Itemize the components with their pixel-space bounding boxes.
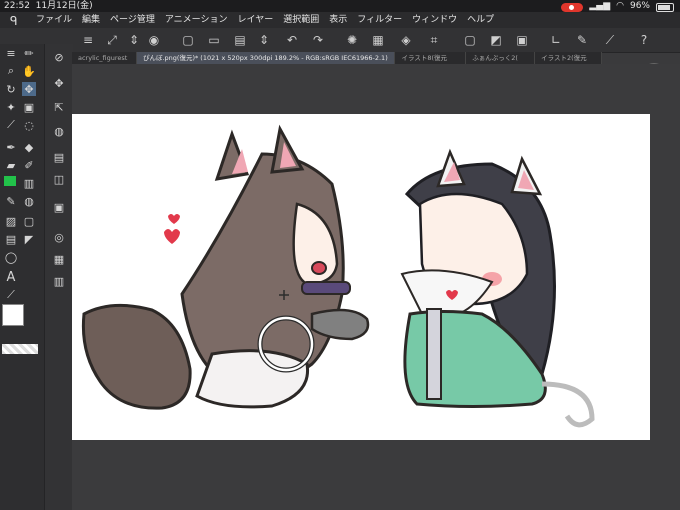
sub-tool-panel: ⊘ ✥ ⇱ ◍ ▤ ◫ ▣ ◎ ▦ ▥ <box>44 44 73 510</box>
brush-tool-icon[interactable]: ✎ <box>4 194 18 208</box>
blend-icon[interactable]: ◍ <box>22 194 36 208</box>
menu-layer[interactable]: レイヤー <box>238 12 274 28</box>
signal-icon: ▂▄▆ <box>589 1 611 11</box>
transform-icon[interactable]: ⤢ <box>104 32 120 48</box>
menu-file[interactable]: ファイル <box>36 12 72 28</box>
character-left <box>81 124 370 410</box>
menu-bar: ᑫ ファイル 編集 ページ管理 アニメーション レイヤー 選択範囲 表示 フィル… <box>0 12 680 28</box>
eraser-icon[interactable]: ▰ <box>4 158 18 172</box>
illustration <box>81 124 595 428</box>
document-tabs: acrylic_figurest ぴんぼ.png(復元)* (1021 x 52… <box>72 52 602 64</box>
crop-icon[interactable]: ⌗ <box>426 32 442 48</box>
rotate-icon[interactable]: ↻ <box>4 82 18 96</box>
save-icon[interactable]: ▤ <box>232 32 248 48</box>
status-time: 22:52 <box>4 1 30 11</box>
hearts <box>164 214 180 244</box>
bucket-icon[interactable]: ◆ <box>22 140 36 154</box>
pen-icon-2[interactable]: ✒ <box>4 140 18 154</box>
undo-icon[interactable]: ↶ <box>284 32 300 48</box>
status-bar: 22:52 11月12日(金) ▂▄▆ ◠ 96% <box>0 0 680 12</box>
canvas-artwork[interactable] <box>72 114 650 440</box>
main-color-swatch[interactable] <box>2 304 24 326</box>
object-icon[interactable]: ⇱ <box>52 100 66 114</box>
layer-move-icon[interactable]: ✥ <box>52 76 66 90</box>
select-icon[interactable]: ▣ <box>22 100 36 114</box>
marker-icon[interactable]: ✐ <box>22 158 36 172</box>
zoom-icon[interactable]: ⌕ <box>4 64 18 78</box>
invert-selection-icon[interactable]: ▣ <box>514 32 530 48</box>
triangle-icon[interactable]: ◤ <box>22 232 36 246</box>
pen-tool-icon[interactable]: ✏ <box>22 46 36 60</box>
character-right <box>400 148 595 428</box>
open-folder-icon[interactable]: ▭ <box>206 32 222 48</box>
tab-acrylic[interactable]: acrylic_figurest <box>72 52 137 64</box>
menu-edit[interactable]: 編集 <box>82 12 100 28</box>
status-date: 11月12日(金) <box>35 1 93 11</box>
figure-icon[interactable]: ▨ <box>4 214 18 228</box>
navigator-icon[interactable]: ◎ <box>52 230 66 244</box>
tab-illust8[interactable]: イラスト8(復元 <box>395 52 467 64</box>
no-entry-icon[interactable]: ⊘ <box>52 50 66 64</box>
hamburger-icon[interactable]: ≡ <box>80 32 96 48</box>
hand-icon[interactable]: ✋ <box>22 64 36 78</box>
material-icon[interactable]: ▦ <box>52 252 66 266</box>
menu-help[interactable]: ヘルプ <box>467 12 494 28</box>
ruler-icon[interactable]: ∟ <box>548 32 564 48</box>
up-down-icon-2[interactable]: ⇕ <box>256 32 272 48</box>
text-icon[interactable]: A <box>4 270 18 285</box>
new-file-icon[interactable]: ▢ <box>180 32 196 48</box>
eyedropper-icon[interactable]: ⟋ <box>4 118 18 132</box>
tab-active-document[interactable]: ぴんぼ.png(復元)* (1021 x 520px 300dpi 189.2%… <box>136 52 396 64</box>
battery-text: 96% <box>629 1 650 11</box>
clip-studio-logo-icon[interactable]: ᑫ <box>10 13 18 29</box>
menu-selection[interactable]: 選択範囲 <box>283 12 319 28</box>
fill-icon[interactable]: ◈ <box>398 32 414 48</box>
layers-icon[interactable]: ▤ <box>52 150 66 164</box>
screen-record-icon[interactable] <box>561 2 584 12</box>
up-down-icon[interactable]: ⇕ <box>126 32 142 48</box>
gradient-icon[interactable]: ▥ <box>22 176 36 190</box>
transparent-color-swatch[interactable] <box>2 344 38 354</box>
pen-icon[interactable]: ⟋ <box>602 32 618 48</box>
eye-icon[interactable]: ◉ <box>146 32 162 48</box>
menu-page[interactable]: ページ管理 <box>110 12 155 28</box>
magic-wand-icon[interactable]: ✦ <box>4 100 18 114</box>
wifi-icon: ◠ <box>616 1 624 11</box>
tab-fanbook2[interactable]: ふぁんぷっく2( <box>466 52 536 64</box>
menu-animation[interactable]: アニメーション <box>165 12 228 28</box>
ruler-tool-icon[interactable]: ▤ <box>4 232 18 246</box>
tab-illust2[interactable]: イラスト2(復元 <box>535 52 602 64</box>
loading-icon[interactable]: ✺ <box>344 32 360 48</box>
green-swatch[interactable] <box>4 176 16 186</box>
stack-icon[interactable]: ◫ <box>52 172 66 186</box>
menu-view[interactable]: 表示 <box>329 12 347 28</box>
correct-line-icon[interactable]: ⟋ <box>4 288 18 302</box>
clear-icon[interactable]: ▦ <box>370 32 386 48</box>
deselect-icon[interactable]: ◩ <box>488 32 504 48</box>
menu-window[interactable]: ウィンドウ <box>412 12 457 28</box>
battery-icon <box>656 2 674 12</box>
menu-filter[interactable]: フィルター <box>357 12 402 28</box>
select-all-icon[interactable]: ▢ <box>462 32 478 48</box>
brush-icon[interactable]: ✎ <box>574 32 590 48</box>
balloon-icon[interactable]: ◯ <box>4 250 18 264</box>
image-icon[interactable]: ▣ <box>52 200 66 214</box>
help-icon[interactable]: ? <box>636 32 652 48</box>
tool-palette: ≡ ✏ ⌕ ✋ ↻ ✥ ✦ ▣ ⟋ ◌ ✒ ◆ ▰ ✐ ▥ ✎ ◍ ▨ ▢ ▤ … <box>0 44 44 510</box>
menu-icon[interactable]: ≡ <box>4 46 18 60</box>
command-bar: ≡ ⤢ ⇕ ◉ ▢ ▭ ▤ ⇕ ↶ ↷ ✺ ▦ ◈ ⌗ ▢ ◩ ▣ ∟ ✎ ⟋ … <box>0 28 680 53</box>
frame-icon[interactable]: ▢ <box>22 214 36 228</box>
move-icon[interactable]: ✥ <box>22 82 36 96</box>
history-icon[interactable]: ▥ <box>52 274 66 288</box>
redo-icon[interactable]: ↷ <box>310 32 326 48</box>
brush-density-icon[interactable]: ◍ <box>52 124 66 138</box>
lasso-icon[interactable]: ◌ <box>22 118 36 132</box>
